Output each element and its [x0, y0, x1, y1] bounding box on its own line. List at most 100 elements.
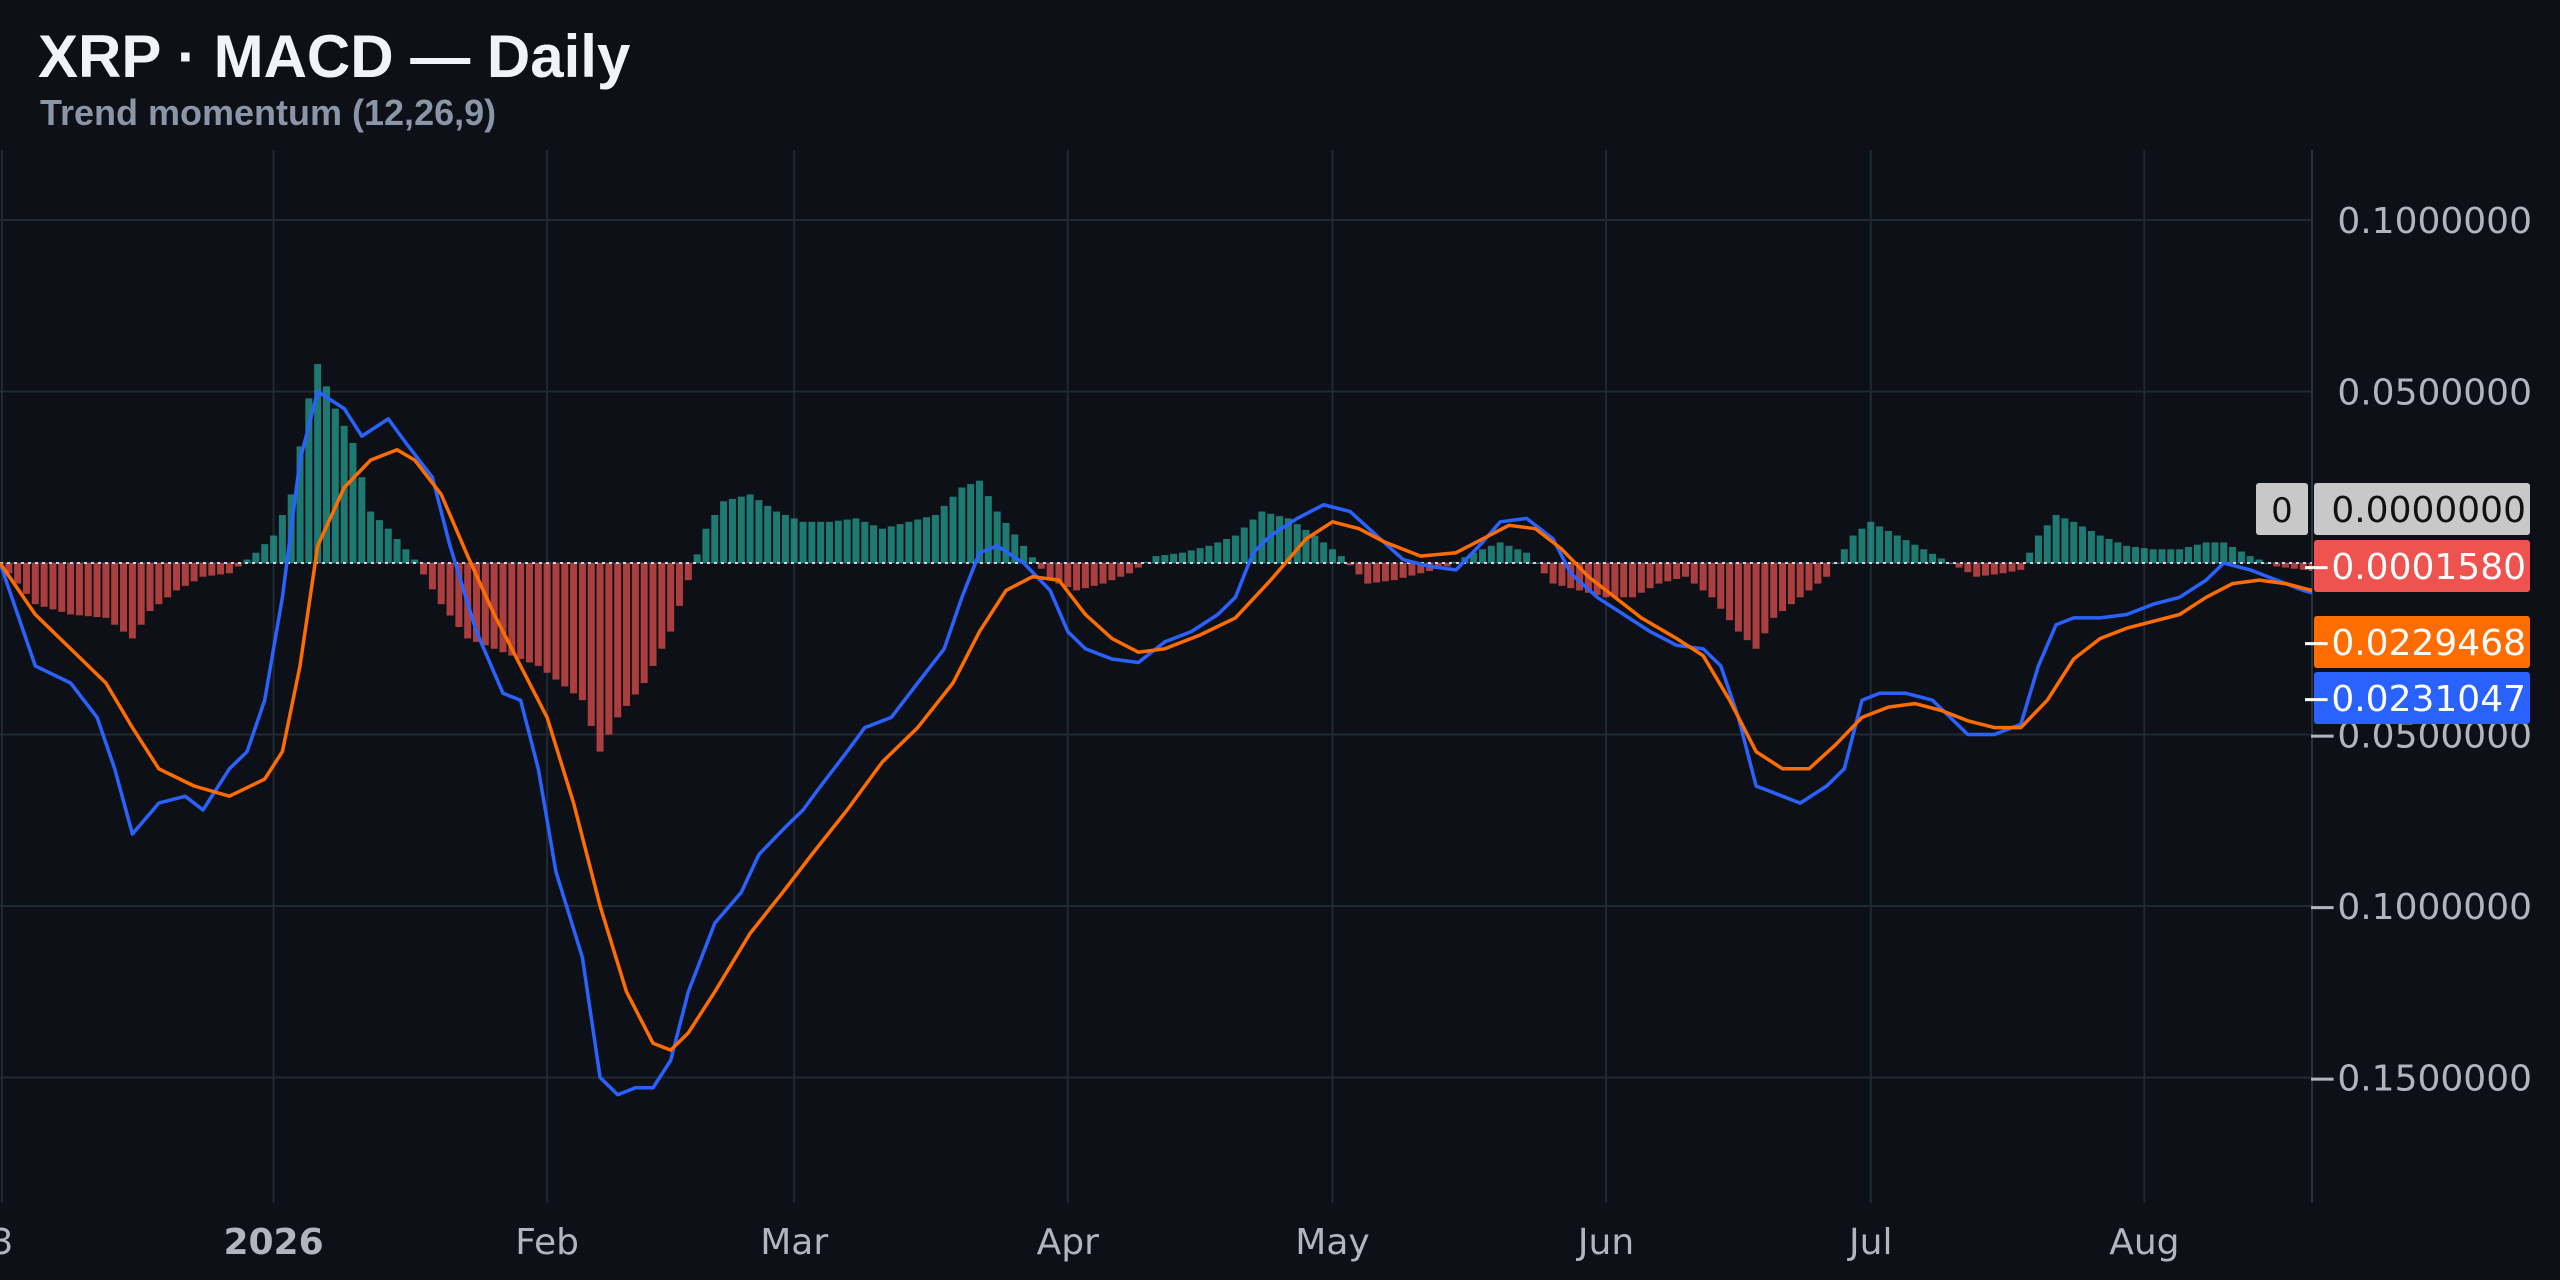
- histogram-bar: [543, 563, 551, 673]
- histogram-bar: [578, 563, 586, 701]
- histogram-bar: [252, 552, 260, 563]
- histogram-bar: [67, 563, 75, 615]
- histogram-bar: [172, 563, 180, 591]
- histogram-bar: [755, 500, 763, 563]
- y-tick-label: −0.1000000: [2307, 887, 2532, 928]
- histogram-bars: [0, 364, 2312, 752]
- histogram-bar: [2123, 545, 2131, 563]
- histogram-bar: [1734, 563, 1742, 632]
- x-tick-label: Jul: [1847, 1222, 1892, 1263]
- histogram-bar: [22, 563, 30, 594]
- histogram-bar: [1505, 545, 1513, 563]
- histogram-bar: [2079, 526, 2087, 563]
- signal-line: [0, 448, 2312, 1052]
- histogram-bar: [1293, 524, 1301, 563]
- histogram-bar: [93, 563, 101, 618]
- histogram-bar: [2114, 542, 2122, 563]
- histogram-bar: [40, 563, 48, 607]
- histogram-bar: [1081, 563, 1089, 589]
- histogram-bar: [640, 563, 648, 684]
- histogram-bar: [393, 538, 401, 563]
- x-tick-label: Jun: [1576, 1222, 1634, 1263]
- histogram-bar: [2176, 549, 2184, 563]
- histogram-bar: [2043, 525, 2051, 563]
- histogram-bar: [49, 563, 57, 610]
- histogram-bar: [1205, 545, 1213, 563]
- histogram-bar: [2026, 552, 2034, 563]
- histogram-bar: [764, 505, 772, 563]
- histogram-bar: [31, 563, 39, 605]
- histogram-bar: [843, 519, 851, 563]
- histogram-bar: [349, 442, 357, 563]
- histogram-bar: [2149, 549, 2157, 563]
- histogram-bar: [428, 563, 436, 590]
- histogram-bar: [1231, 535, 1239, 563]
- histogram-bar: [552, 563, 560, 680]
- histogram-bar: [1699, 563, 1707, 591]
- histogram-bar: [1593, 563, 1601, 596]
- histogram-bar: [1487, 545, 1495, 563]
- histogram-bar: [146, 563, 154, 612]
- histogram-bar: [384, 528, 392, 563]
- histogram-bar: [1152, 556, 1160, 563]
- histogram-bar: [861, 521, 869, 563]
- histogram-bar: [437, 563, 445, 605]
- histogram-bar: [2034, 535, 2042, 563]
- histogram-bar: [658, 563, 666, 649]
- histogram-bar: [1117, 563, 1125, 577]
- histogram-bar: [1090, 563, 1098, 586]
- histogram-bar: [1646, 563, 1654, 589]
- histogram-bar: [517, 563, 525, 660]
- histogram-bar: [111, 563, 119, 625]
- x-tick-label: Aug: [2109, 1222, 2179, 1263]
- histogram-bar: [1523, 552, 1531, 563]
- histogram-bar: [684, 563, 692, 581]
- histogram-bar: [905, 521, 913, 563]
- y-tick-label: 0.0500000: [2337, 373, 2532, 414]
- histogram-bar: [1240, 527, 1248, 563]
- histogram-bar: [728, 498, 736, 563]
- histogram-bar: [675, 563, 683, 606]
- histogram-bar: [2017, 563, 2025, 570]
- histogram-bar: [199, 563, 207, 577]
- histogram-bar: [1929, 553, 1937, 563]
- macd-chart[interactable]: 0.10000000.05000000.0000000−0.0500000−0.…: [0, 0, 2560, 1280]
- histogram-bar: [1170, 553, 1178, 563]
- histogram-bar: [2202, 542, 2210, 563]
- histogram-bar: [1223, 538, 1231, 563]
- histogram-bar: [817, 521, 825, 563]
- histogram-bar: [1911, 544, 1919, 563]
- histogram-bar: [1655, 563, 1663, 584]
- histogram-bar: [923, 517, 931, 563]
- zero-badge-text: 0: [2271, 491, 2293, 531]
- histogram-bar: [790, 518, 798, 563]
- histogram-bar: [1611, 563, 1619, 598]
- histogram-bar: [278, 514, 286, 563]
- histogram-bar: [375, 520, 383, 563]
- histogram-bar: [993, 511, 1001, 563]
- histogram-bar: [225, 563, 233, 574]
- histogram-bar: [1823, 563, 1831, 577]
- histogram-bar: [878, 528, 886, 563]
- histogram-bar: [2140, 548, 2148, 563]
- histogram-bar: [2070, 521, 2078, 563]
- histogram-bar: [958, 487, 966, 563]
- histogram-bar: [1902, 540, 1910, 563]
- histogram-bar: [1787, 563, 1795, 605]
- histogram-bar: [2167, 549, 2175, 563]
- histogram-bar: [852, 518, 860, 563]
- histogram-bar: [773, 511, 781, 563]
- histogram-bar: [402, 549, 410, 563]
- histogram-bar: [137, 563, 145, 625]
- histogram-bar: [1876, 526, 1884, 563]
- histogram-bar: [808, 521, 816, 563]
- histogram-bar: [711, 514, 719, 563]
- histogram-bar: [1328, 549, 1336, 563]
- zero-price-label: 0.0000000: [2331, 490, 2526, 531]
- histogram-bar: [1540, 563, 1548, 574]
- histogram-bar: [270, 535, 278, 563]
- histogram-bar: [1690, 563, 1698, 584]
- histogram-bar: [102, 563, 110, 618]
- histogram-bar: [1743, 563, 1751, 641]
- histogram-bar: [1717, 563, 1725, 609]
